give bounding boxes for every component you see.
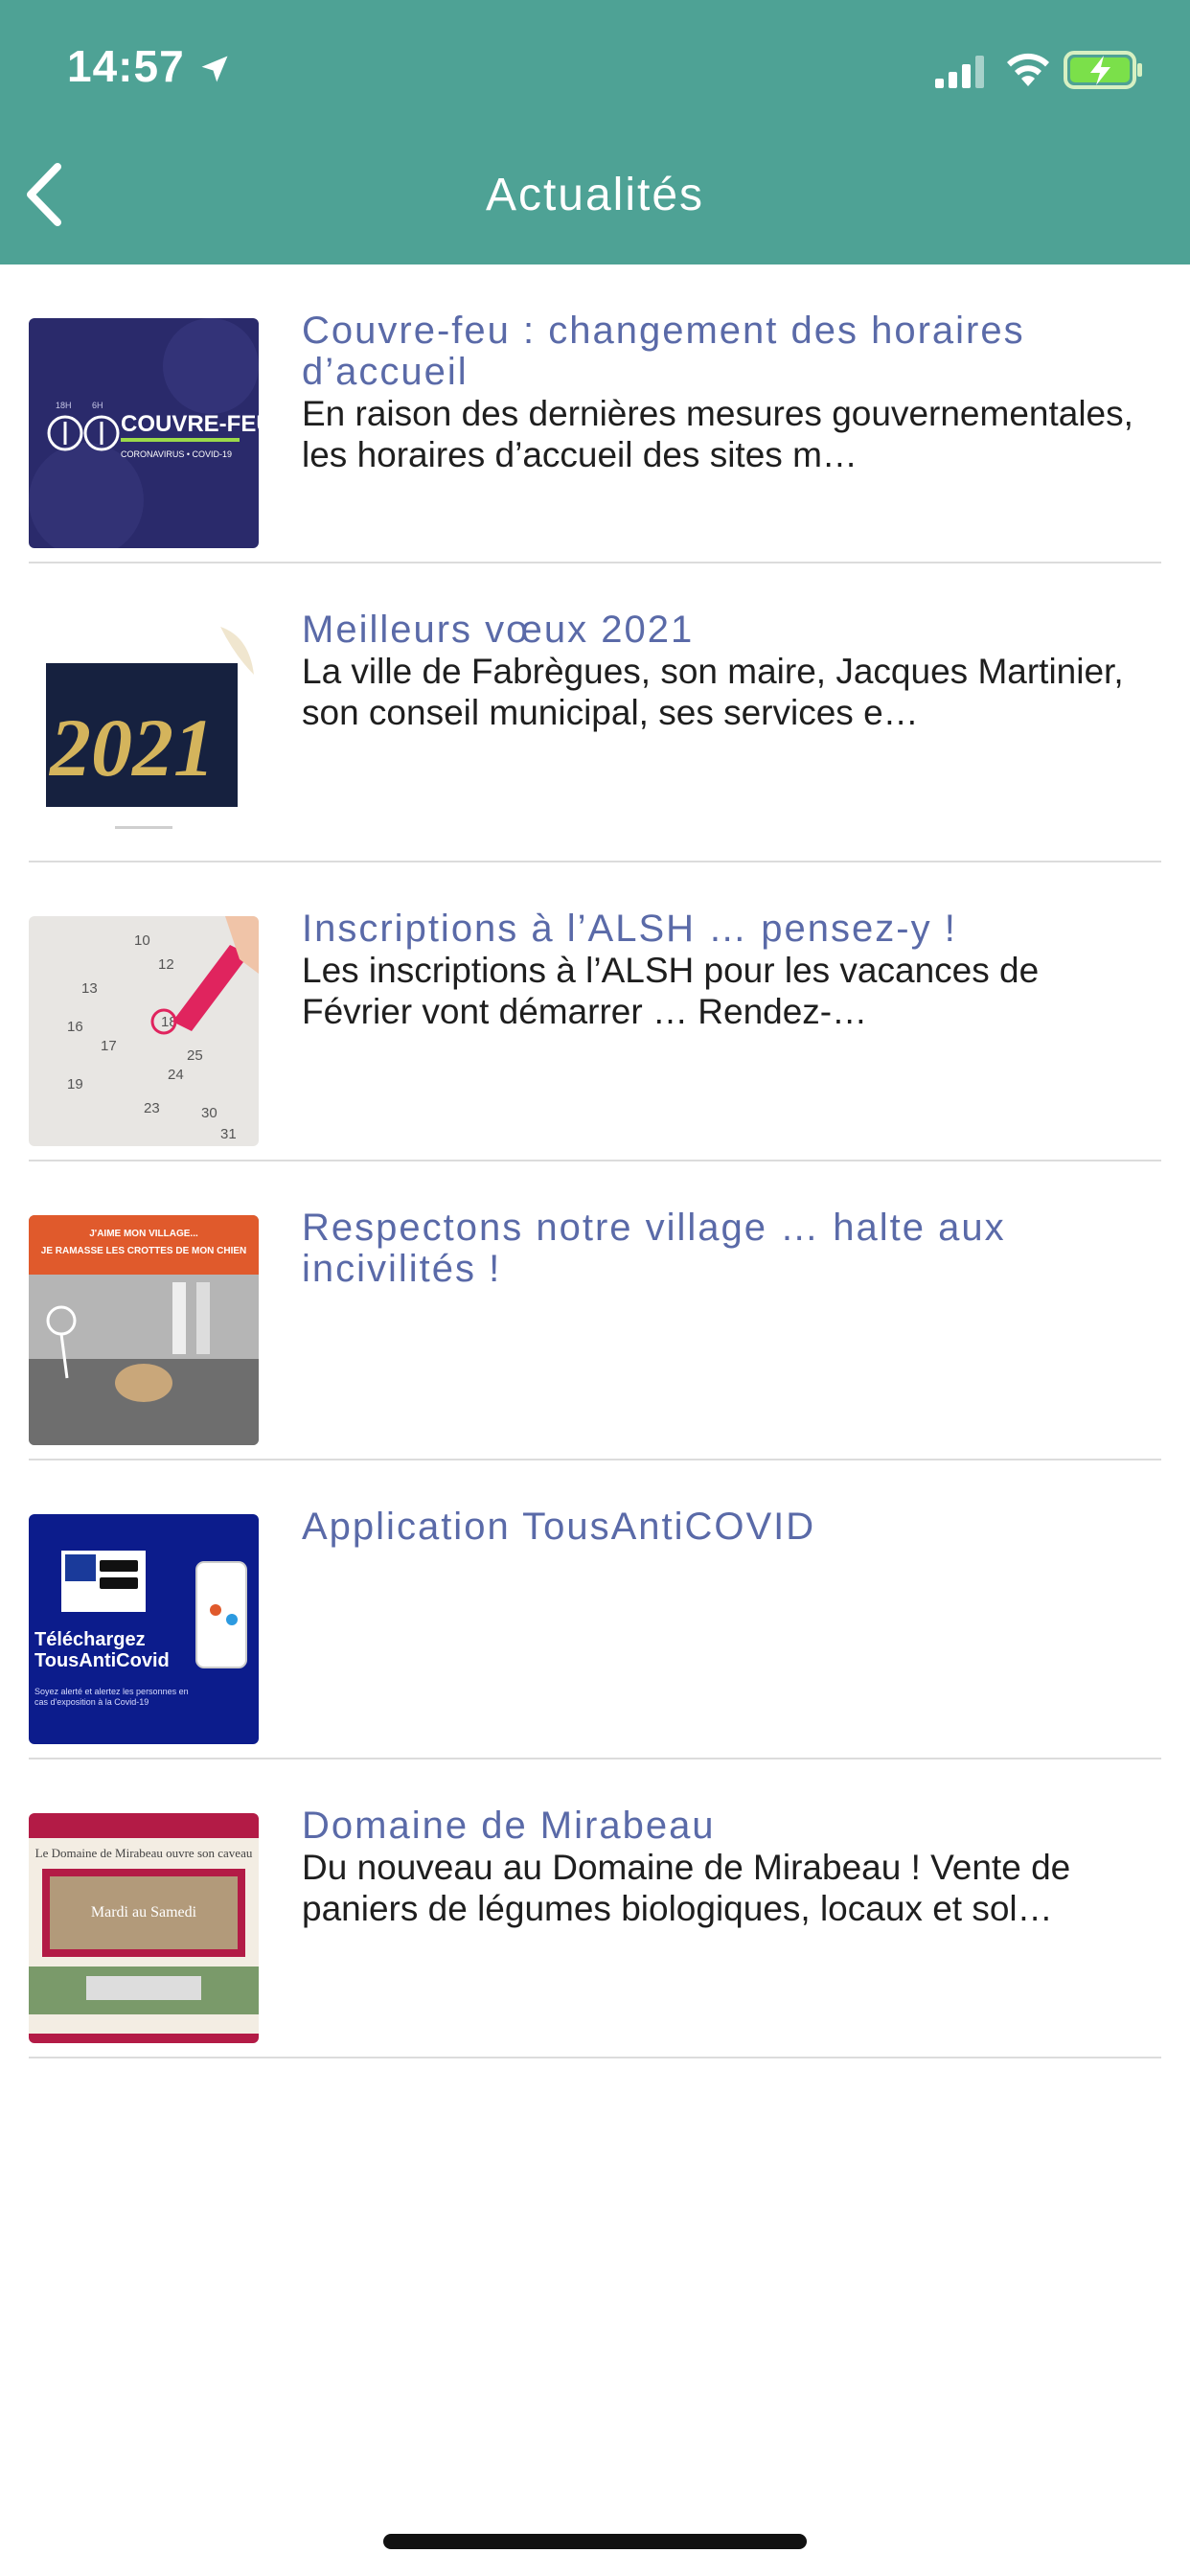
news-item-alsh[interactable]: 10 12 13 16 17 18 19 23 24 25 30 31 Insc… — [0, 862, 1190, 1162]
thumb-hours-a: 18H — [56, 401, 72, 410]
cal-day: 30 — [201, 1105, 217, 1121]
location-arrow-icon — [201, 56, 228, 82]
cal-day: 24 — [168, 1067, 184, 1083]
cal-day: 10 — [134, 932, 150, 949]
thumb-2021-text: 2021 — [48, 702, 215, 794]
thumb-mirabeau-text: Le Domaine de Mirabeau ouvre son caveau — [35, 1846, 253, 1860]
thumb-tousanticovid-sub: Soyez alerté et alertez les personnes en… — [34, 1687, 189, 1707]
news-item-title: Meilleurs vœux 2021 — [302, 609, 695, 651]
thumb-couvre-feu-text: COUVRE-FEU — [121, 411, 259, 437]
news-item-tousanticovid[interactable]: Téléchargez TousAntiCovid Soyez alerté e… — [0, 1460, 1190, 1760]
news-thumbnail: J'AIME MON VILLAGE... JE RAMASSE LES CRO… — [29, 1215, 259, 1445]
thumb-tousanticovid-text: Téléchargez TousAntiCovid — [34, 1629, 170, 1671]
news-item-incivilites[interactable]: J'AIME MON VILLAGE... JE RAMASSE LES CRO… — [0, 1162, 1190, 1460]
page-title: Actualités — [485, 170, 705, 220]
news-item-summary: Les inscriptions à l’ALSH pour les vacan… — [302, 951, 1040, 1031]
news-item-mirabeau[interactable]: Le Domaine de Mirabeau ouvre son caveau … — [0, 1760, 1190, 2058]
news-item-summary: Du nouveau au Domaine de Mirabeau ! Vent… — [302, 1848, 1071, 1928]
news-item-voeux-2021[interactable]: 2021 Meilleurs vœux 2021 La ville de Fab… — [0, 564, 1190, 862]
app-header: 14:57 Actualités — [0, 0, 1190, 264]
cal-day: 31 — [220, 1126, 237, 1142]
cal-day: 25 — [187, 1047, 203, 1064]
news-item-title: Inscriptions à l’ALSH … pensez-y ! — [302, 908, 957, 950]
thumb-couvre-feu-sub: CORONAVIRUS • COVID-19 — [121, 449, 232, 459]
news-thumbnail: 10 12 13 16 17 18 19 23 24 25 30 31 — [29, 916, 259, 1146]
news-item-couvre-feu[interactable]: 18H 6H COUVRE-FEU CORONAVIRUS • COVID-19… — [0, 264, 1190, 564]
news-item-title: Respectons notre village … halte aux inc… — [302, 1207, 1006, 1290]
news-thumbnail: Le Domaine de Mirabeau ouvre son caveau … — [29, 1813, 259, 2043]
news-list: 18H 6H COUVRE-FEU CORONAVIRUS • COVID-19… — [0, 264, 1190, 2058]
cellular-signal-icon — [935, 56, 984, 88]
wifi-icon — [1007, 53, 1049, 86]
thumb-incivilites-text: J'AIME MON VILLAGE... — [89, 1229, 198, 1239]
news-item-title: Domaine de Mirabeau — [302, 1805, 716, 1847]
battery-charging-icon — [1064, 51, 1142, 89]
news-item-summary: La ville de Fabrègues, son maire, Jacque… — [302, 652, 1124, 732]
cal-day: 13 — [81, 980, 98, 997]
news-item-title: Couvre-feu : changement des horaires d’a… — [302, 310, 1025, 393]
cal-day: 19 — [67, 1076, 83, 1092]
cal-day: 12 — [158, 956, 174, 973]
status-time: 14:57 — [67, 41, 185, 91]
thumb-mirabeau-sub: Mardi au Samedi — [91, 1904, 197, 1920]
news-item-title: Application TousAntiCOVID — [302, 1506, 816, 1548]
status-bar: 14:57 — [0, 0, 1190, 134]
home-indicator[interactable] — [383, 2534, 807, 2549]
cal-day: 16 — [67, 1019, 83, 1035]
news-thumbnail: Téléchargez TousAntiCovid Soyez alerté e… — [29, 1514, 259, 1744]
cal-day: 17 — [101, 1038, 117, 1054]
cal-day: 23 — [144, 1100, 160, 1116]
thumb-hours-b: 6H — [92, 401, 103, 410]
thumb-incivilites-sub: JE RAMASSE LES CROTTES DE MON CHIEN — [41, 1246, 246, 1256]
news-item-summary: En raison des dernières mesures gouverne… — [302, 394, 1133, 474]
news-thumbnail: 2021 — [29, 617, 259, 847]
news-thumbnail: 18H 6H COUVRE-FEU CORONAVIRUS • COVID-19 — [29, 318, 259, 548]
